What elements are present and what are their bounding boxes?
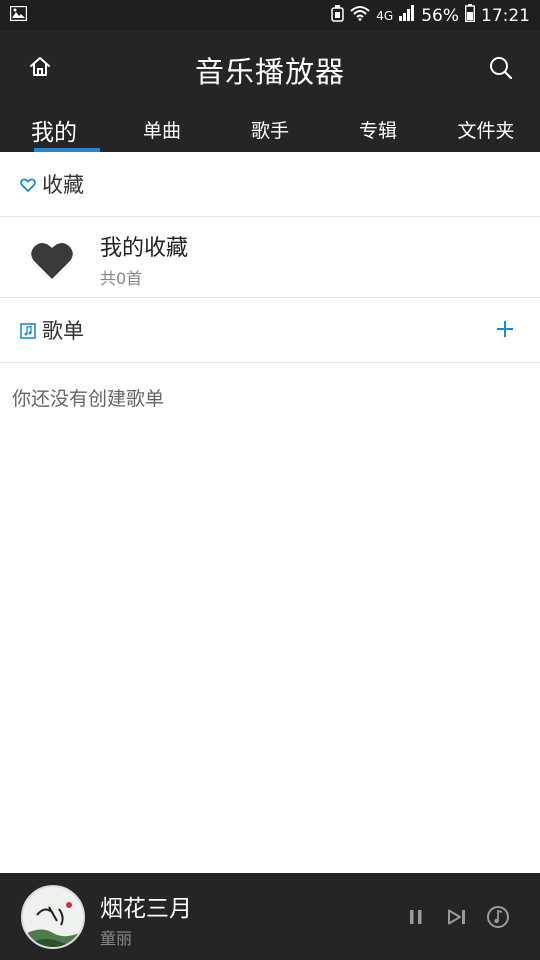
song-title: 烟花三月	[100, 896, 192, 922]
now-playing-bar[interactable]: 烟花三月 童丽	[0, 873, 540, 960]
next-button[interactable]	[445, 905, 469, 929]
gallery-notification-icon	[9, 5, 28, 25]
status-bar: 4G 56% 17:21	[0, 0, 540, 31]
playlist-music-icon	[20, 323, 36, 339]
my-favorites-title: 我的收藏	[100, 236, 189, 261]
my-favorites-item[interactable]: 我的收藏 共0首	[0, 218, 540, 298]
tab-bar: 我的 单曲 歌手 专辑 文件夹	[0, 107, 540, 152]
favorites-header-label: 收藏	[42, 173, 84, 197]
playlists-header: 歌单	[0, 298, 540, 363]
pause-button[interactable]	[404, 905, 428, 929]
empty-playlists-text: 你还没有创建歌单	[12, 388, 165, 410]
battery-percent: 56%	[421, 5, 459, 26]
playlists-header-label: 歌单	[42, 319, 84, 343]
favorites-header: 收藏	[0, 152, 540, 217]
add-playlist-button[interactable]	[492, 316, 518, 342]
music-note-circle-icon	[487, 906, 509, 928]
album-art[interactable]	[21, 885, 85, 949]
search-button[interactable]	[484, 51, 518, 85]
battery-saver-icon	[331, 4, 345, 27]
app-bar: 音乐播放器 我的 单曲 歌手 专辑 文件夹	[0, 31, 540, 152]
app-title: 音乐播放器	[194, 55, 345, 89]
skip-next-icon	[448, 909, 465, 925]
pause-icon	[410, 910, 422, 924]
signal-icon	[399, 5, 415, 26]
wifi-icon	[350, 5, 370, 26]
tab-artists[interactable]: 歌手	[216, 107, 324, 152]
my-favorites-count: 共0首	[100, 269, 143, 288]
music-note-button[interactable]	[486, 905, 510, 929]
clock: 17:21	[481, 5, 530, 26]
song-artist: 童丽	[100, 929, 133, 948]
search-icon	[490, 57, 513, 80]
tab-albums[interactable]: 专辑	[324, 107, 432, 152]
heart-outline-icon	[20, 178, 36, 192]
network-type: 4G	[376, 8, 394, 23]
tab-mine[interactable]: 我的	[0, 107, 108, 152]
tab-songs[interactable]: 单曲	[108, 107, 216, 152]
battery-icon	[464, 4, 476, 27]
heart-icon	[31, 242, 73, 279]
tab-folders[interactable]: 文件夹	[432, 107, 540, 152]
